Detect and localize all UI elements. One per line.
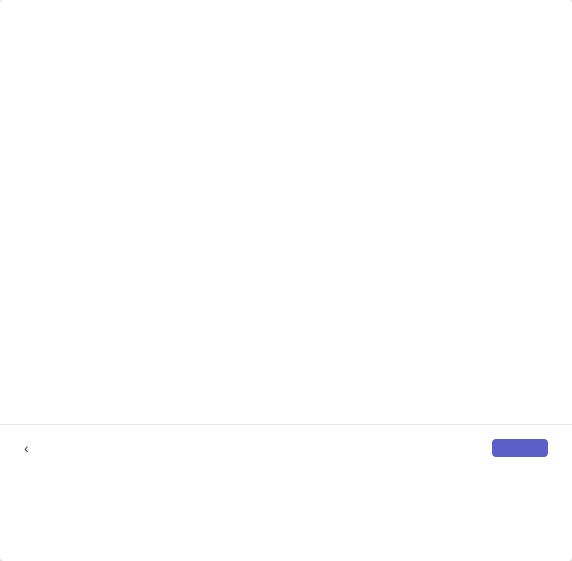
group-list (0, 44, 572, 424)
dialog-header (0, 0, 572, 22)
create-button[interactable] (492, 439, 548, 457)
dialog-footer: ‹ (0, 424, 572, 475)
dialog-description (0, 22, 572, 44)
back-chevron-icon: ‹ (24, 440, 29, 456)
back-button[interactable]: ‹ (24, 440, 35, 456)
dialog: ‹ (0, 0, 572, 561)
